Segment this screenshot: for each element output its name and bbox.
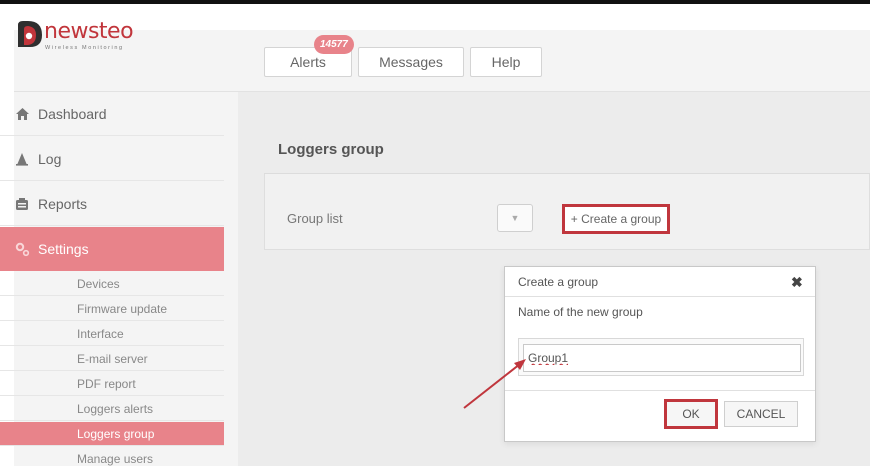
alerts-label: Alerts [290,54,326,70]
reports-icon [14,196,30,212]
sidebar-item-reports[interactable]: Reports [0,182,224,226]
sidebar-subitem-loggers-group[interactable]: Loggers group [0,422,224,446]
messages-button[interactable]: Messages [358,47,464,77]
cancel-button[interactable]: CANCEL [724,401,798,427]
dialog-title: Create a group [518,275,599,289]
logo-wordmark: newsteo [44,19,134,44]
sidebar-item-log[interactable]: Log [0,137,224,181]
group-name-label: Name of the new group [518,305,643,319]
home-icon [14,106,30,122]
sidebar-subitem-pdf-report[interactable]: PDF report [0,372,224,396]
sidebar-item-label: Reports [38,195,88,212]
dialog-divider [505,390,815,391]
page-title: Loggers group [278,141,384,158]
sidebar-item-label: Log [38,150,62,167]
group-list-dropdown[interactable]: ▼ [497,204,533,232]
help-button[interactable]: Help [470,47,542,77]
sidebar-subitem-manage-users[interactable]: Manage users [0,447,224,466]
sidebar-item-label: Settings [38,241,89,257]
sidebar-subitem-email-server[interactable]: E-mail server [0,347,224,371]
sidebar-subitem-devices[interactable]: Devices [0,272,224,296]
annotation-arrow-icon [463,359,526,409]
sidebar-subitem-firmware-update[interactable]: Firmware update [0,297,224,321]
logo-mark-icon [18,21,42,47]
ok-button[interactable]: OK [664,399,718,429]
sidebar-subitem-loggers-alerts[interactable]: Loggers alerts [0,397,224,421]
log-icon [14,151,30,167]
alerts-count-badge: 14577 [314,35,354,54]
logo-tagline: Wireless Monitoring [45,45,124,51]
dialog-divider [505,296,815,297]
sidebar-item-label: Dashboard [38,105,107,122]
group-name-input[interactable] [523,344,801,372]
newsteo-logo[interactable]: newsteo Wireless Monitoring [14,17,174,57]
group-list-label: Group list [287,211,343,226]
sidebar-subitem-interface[interactable]: Interface [0,322,224,346]
messages-label: Messages [379,54,443,70]
help-label: Help [491,54,521,70]
close-icon[interactable]: ✖ [791,274,803,291]
caret-down-icon: ▼ [510,213,520,223]
gear-icon [14,241,30,257]
sidebar-item-settings[interactable]: Settings [0,227,224,271]
sidebar-item-dashboard[interactable]: Dashboard [0,92,224,136]
create-group-button[interactable]: + Create a group [562,204,670,234]
top-border [0,0,870,4]
